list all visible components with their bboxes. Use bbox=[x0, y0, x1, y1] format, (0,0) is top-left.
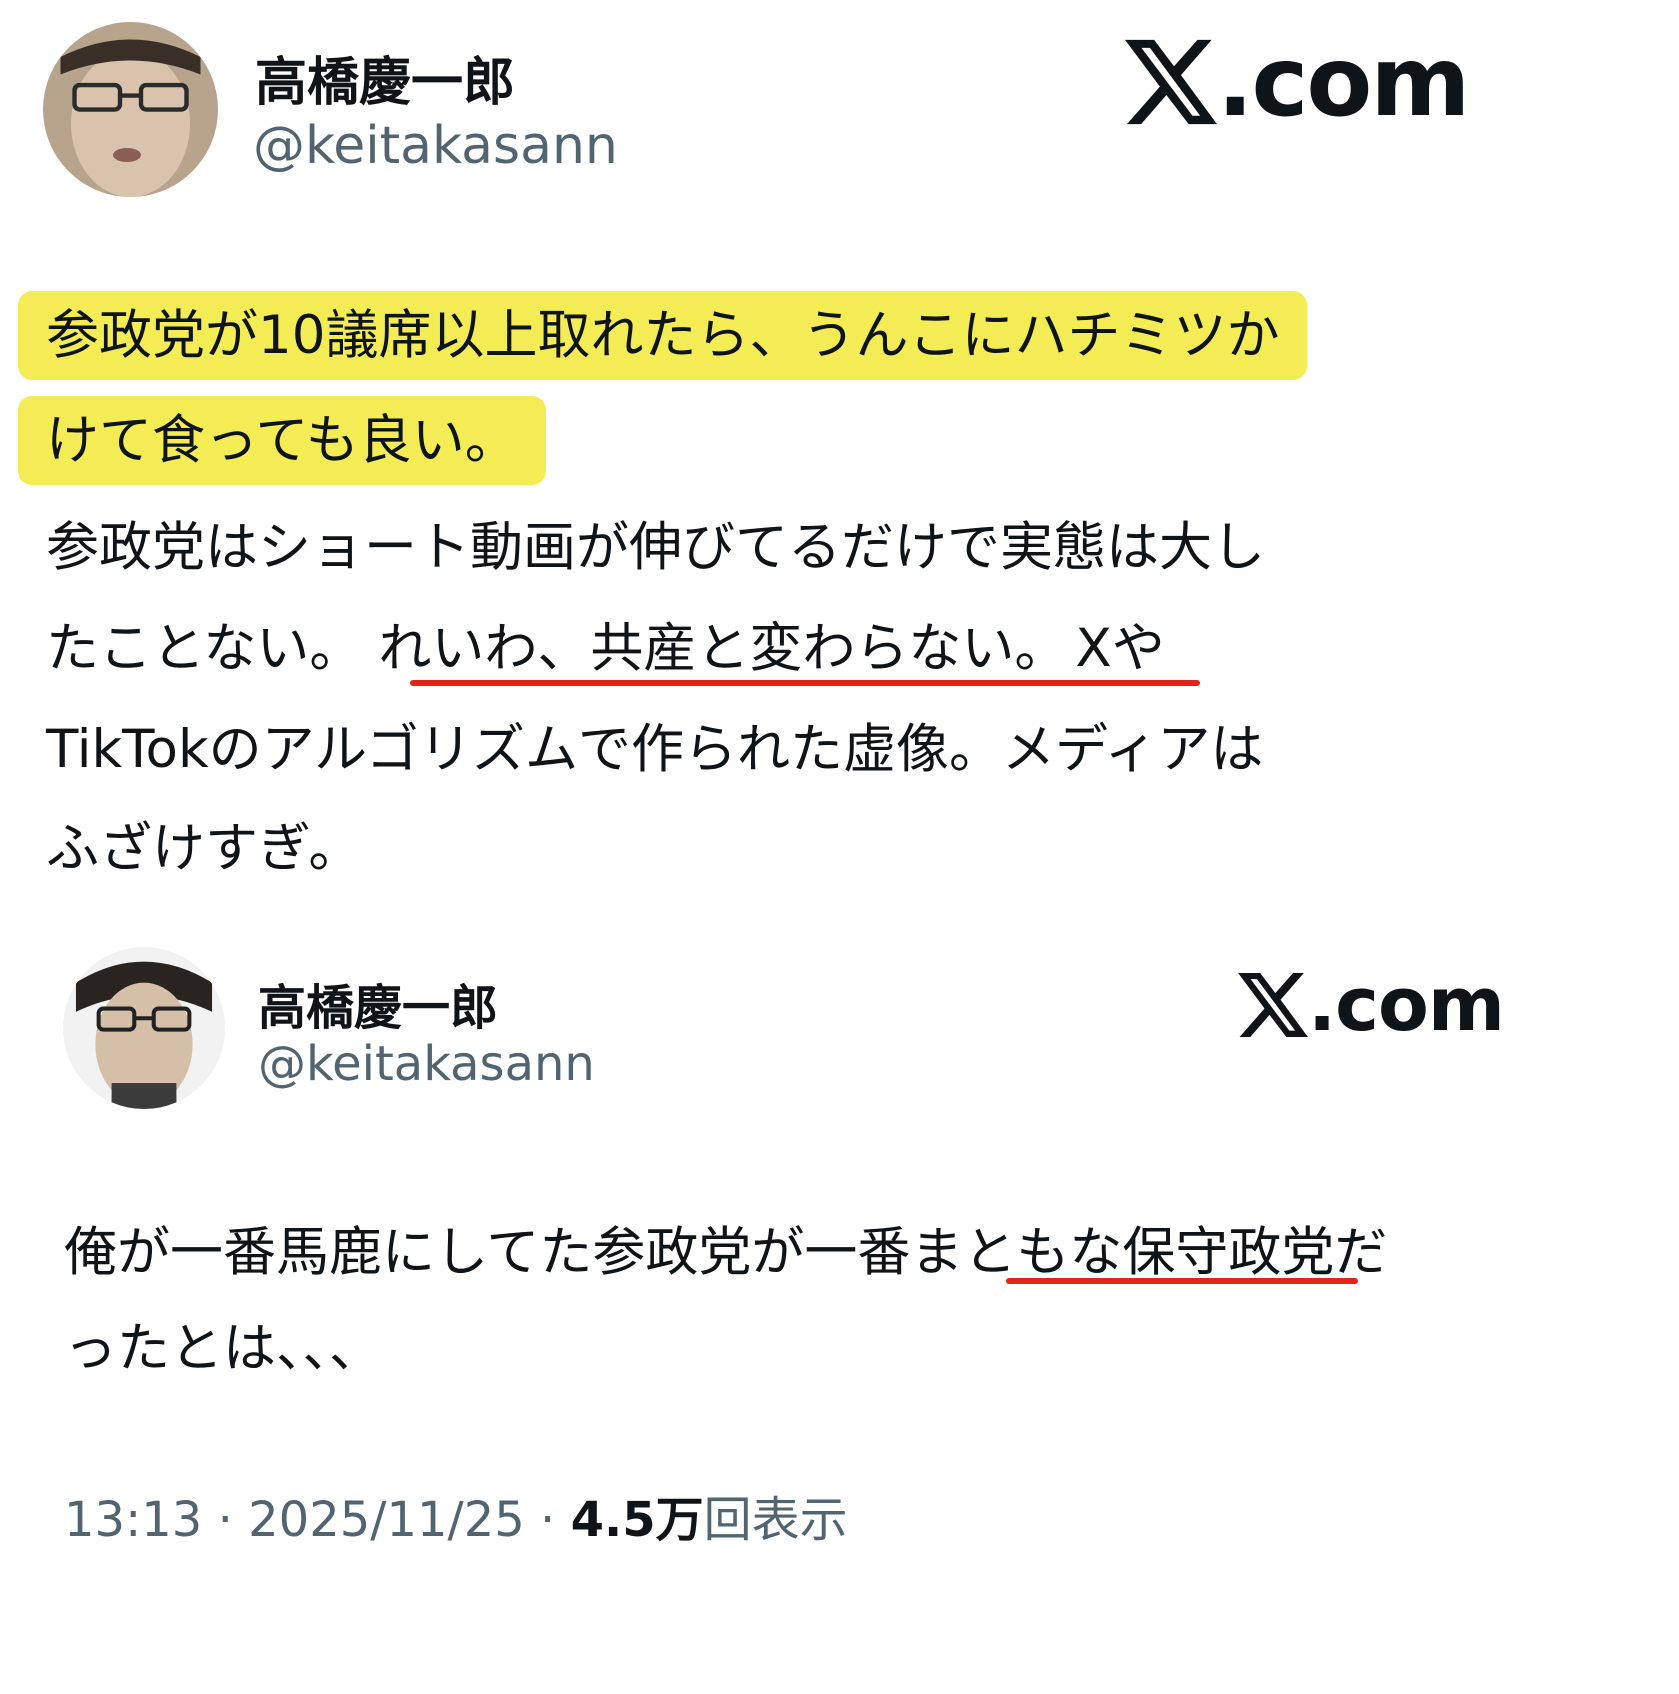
text-segment: 党だ bbox=[1281, 1222, 1388, 1283]
separator: · bbox=[217, 1492, 233, 1548]
text-line: 参政党はショート動画が伸びてるだけで実態は大し bbox=[46, 517, 1265, 578]
user-handle[interactable]: @keitakasann bbox=[253, 116, 618, 176]
underlined-text: れいわ、共産と変わらない。 bbox=[378, 618, 1068, 679]
separator: · bbox=[540, 1492, 556, 1548]
text-segment: Xや bbox=[1075, 618, 1165, 679]
text-segment: 俺が一番馬鹿にしてた参政党が一番 bbox=[64, 1222, 911, 1283]
text-segment: たことない。 bbox=[46, 618, 363, 679]
display-name[interactable]: 高橋慶一郎 bbox=[258, 968, 498, 1038]
red-underline bbox=[410, 680, 1200, 686]
view-label: 回表示 bbox=[703, 1492, 848, 1548]
x-logo-icon bbox=[1125, 39, 1217, 125]
avatar[interactable] bbox=[43, 22, 218, 197]
tweet-metadata: 13:13 · 2025/11/25 · 4.5万回表示 bbox=[64, 1480, 848, 1550]
tweet-time[interactable]: 13:13 bbox=[64, 1492, 202, 1548]
avatar[interactable] bbox=[63, 947, 225, 1109]
tweet-date[interactable]: 2025/11/25 bbox=[248, 1492, 525, 1548]
user-handle[interactable]: @keitakasann bbox=[258, 1036, 595, 1092]
red-underline bbox=[1006, 1278, 1358, 1284]
text-line: ったとは、、、 bbox=[64, 1318, 382, 1379]
underlined-text: まともな保守政 bbox=[910, 1222, 1282, 1283]
x-com-logo: .com bbox=[1125, 26, 1470, 138]
display-name[interactable]: 高橋慶一郎 bbox=[255, 40, 515, 115]
x-com-text: .com bbox=[1308, 962, 1505, 1048]
highlighted-line: 参政党が10議席以上取れたら、うんこにハチミツか bbox=[18, 291, 1308, 380]
x-com-text: .com bbox=[1217, 26, 1470, 138]
highlighted-line: けて食っても良い。 bbox=[18, 396, 546, 485]
x-logo-icon bbox=[1238, 973, 1308, 1037]
text-line: ふざけすぎ。 bbox=[46, 818, 362, 879]
user-avatar-photo-icon bbox=[43, 22, 218, 197]
view-count[interactable]: 4.5万 bbox=[571, 1492, 704, 1548]
x-com-logo: .com bbox=[1238, 962, 1505, 1048]
text-line: TikTokのアルゴリズムで作られた虚像。メディアは bbox=[46, 719, 1264, 780]
user-avatar-photo-icon bbox=[63, 947, 225, 1109]
